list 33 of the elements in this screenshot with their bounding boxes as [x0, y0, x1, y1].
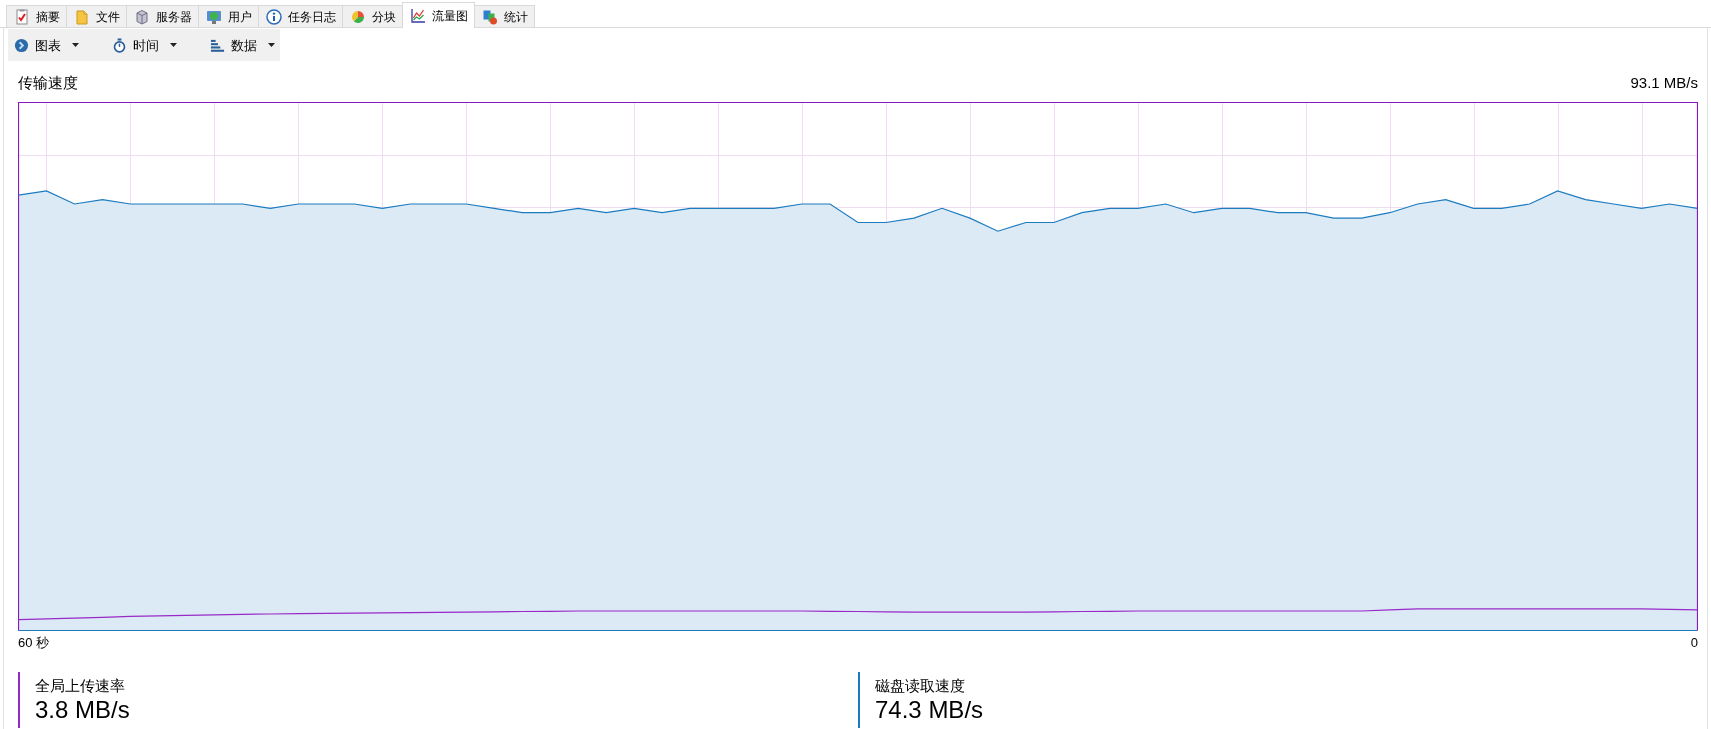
- globe-monitor-icon: [206, 8, 222, 25]
- chart-title: 传输速度: [18, 73, 78, 93]
- pie-chart-icon: [350, 8, 366, 25]
- caret-icon: [268, 43, 275, 47]
- legend-label: 全局上传速率: [35, 676, 125, 696]
- legend-value: 3.8 MB/s: [35, 696, 130, 724]
- axis-end-label: 0: [1690, 635, 1698, 651]
- legend-value: 74.3 MB/s: [875, 696, 984, 724]
- dropdown-button[interactable]: 图表: [8, 32, 84, 58]
- tab[interactable]: 统计: [474, 5, 535, 27]
- info-icon: [266, 8, 282, 25]
- file-icon: [74, 8, 90, 25]
- bars-icon: [210, 37, 225, 53]
- legend-label: 磁盘读取速度: [875, 676, 965, 696]
- caret-icon: [72, 43, 79, 47]
- tab[interactable]: 分块: [342, 5, 403, 27]
- tab[interactable]: 任务日志: [258, 5, 343, 27]
- chevron-circle-icon: [14, 37, 29, 53]
- stopwatch-icon: [112, 37, 127, 53]
- line-chart-icon: [410, 7, 426, 24]
- scale-max-label: 93.1 MB/s: [1630, 73, 1698, 93]
- axis-start-label: 60 秒: [18, 635, 50, 651]
- tab[interactable]: 服务器: [126, 5, 199, 27]
- caret-icon: [170, 43, 177, 47]
- tab[interactable]: 文件: [66, 5, 127, 27]
- tab[interactable]: 流量图: [402, 2, 475, 28]
- dropdown-button[interactable]: 时间: [106, 32, 182, 58]
- tab[interactable]: 摘要: [6, 5, 67, 27]
- boxes-icon: [482, 8, 498, 25]
- server-icon: [134, 8, 150, 25]
- clipboard-check-icon: [14, 8, 30, 25]
- dropdown-button[interactable]: 数据: [204, 32, 280, 58]
- tab[interactable]: 用户: [198, 5, 259, 27]
